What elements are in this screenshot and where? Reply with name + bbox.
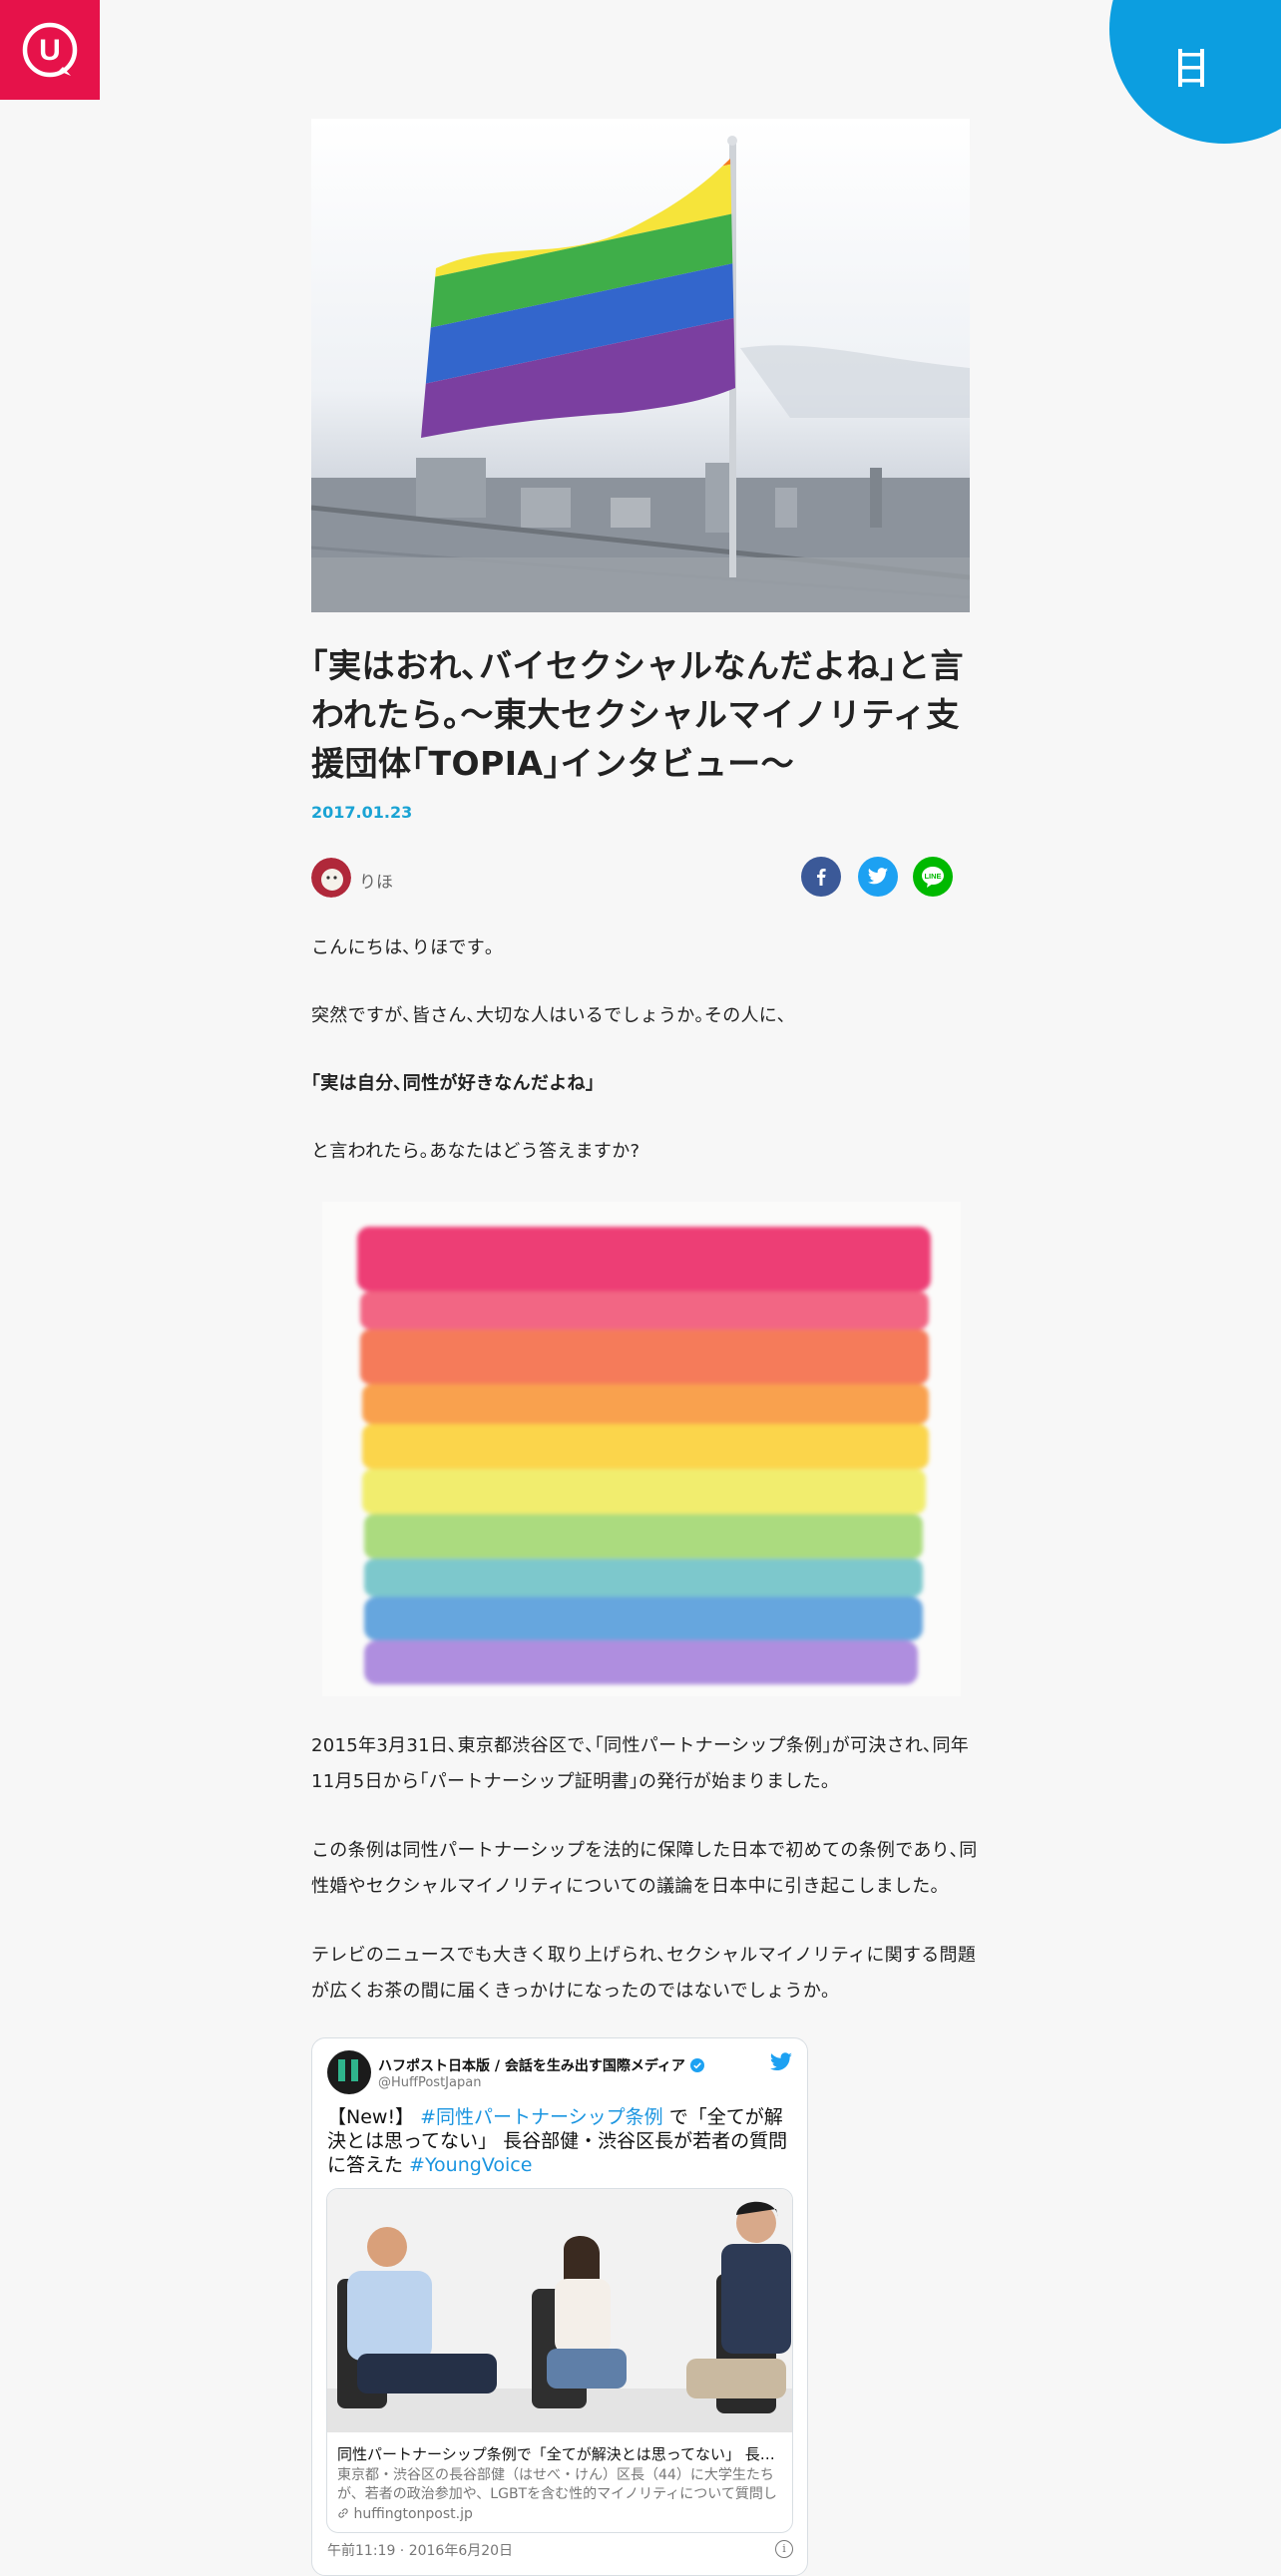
tweet-timestamp[interactable]: 午前11:19 · 2016年6月20日	[327, 2540, 513, 2560]
menu-button[interactable]	[1109, 0, 1281, 144]
line-icon: LINE	[922, 867, 944, 888]
tweet-text-prefix: 【New!】	[327, 2106, 421, 2128]
paragraph-quote: ｢実は自分､同性が好きなんだよね｣	[311, 1073, 596, 1094]
tweet-avatar[interactable]	[327, 2050, 371, 2094]
info-icon[interactable]: i	[775, 2540, 793, 2558]
svg-text:LINE: LINE	[924, 872, 941, 881]
article-date: 2017.01.23	[311, 803, 413, 822]
logo-icon: U	[22, 22, 78, 78]
tweet-card-image	[327, 2189, 792, 2432]
paragraph-greeting: こんにちは､りほです｡	[311, 937, 495, 958]
tweet-card-description: 東京都・渋谷区の長谷部健（はせべ・けん）区長（44）に大学生たちが、若者の政治参…	[337, 2467, 777, 2502]
article-title: ｢実はおれ､バイセクシャルなんだよね｣と言われたら｡〜東大セクシャルマイノリティ…	[311, 646, 964, 783]
watercolor-rainbow-image	[322, 1202, 961, 1696]
hashtag-link-partnership[interactable]: #同性パートナーシップ条例	[420, 2106, 663, 2128]
svg-text:U: U	[39, 34, 61, 67]
facebook-share-button[interactable]	[801, 857, 841, 897]
link-icon	[338, 2508, 348, 2518]
tweet-link-card[interactable]: 同性パートナーシップ条例で「全てが解決とは思ってない」 長谷部健・渋谷区長が若者…	[326, 2188, 793, 2533]
site-logo[interactable]: U	[0, 0, 100, 100]
tweet-handle[interactable]: @HuffPostJapan	[378, 2075, 481, 2090]
paragraph-first-in-japan: この条例は同性パートナーシップを法的に保障した日本で初めての条例であり､同性婚や…	[311, 1840, 978, 1897]
author-name[interactable]: りほ	[359, 868, 393, 893]
author-avatar[interactable]	[311, 858, 351, 898]
paragraph-question: 突然ですが､皆さん､大切な人はいるでしょうか｡その人に､	[311, 1005, 787, 1026]
hashtag-link-youngvoice[interactable]: #YoungVoice	[409, 2154, 532, 2176]
tweet-card-domain: huffingtonpost.jp	[337, 2506, 473, 2522]
tweet-author-name[interactable]: ハフポスト日本版 / 会話を生み出す国際メディア	[378, 2055, 704, 2075]
paragraph-ordinance: 2015年3月31日､東京都渋谷区で､｢同性パートナーシップ条例｣が可決され､同…	[311, 1735, 970, 1792]
ladder-menu-icon	[1178, 49, 1204, 87]
verified-badge-icon	[689, 2058, 704, 2072]
twitter-bird-icon[interactable]	[769, 2052, 793, 2072]
embedded-tweet[interactable]: ハフポスト日本版 / 会話を生み出す国際メディア @HuffPostJapan …	[311, 2037, 808, 2576]
paragraph-news-impact: テレビのニュースでも大きく取り上げられ､セクシャルマイノリティに関する問題が広く…	[311, 1945, 977, 2002]
line-share-button[interactable]: LINE	[913, 857, 953, 897]
paragraph-answer-question: と言われたら｡あなたはどう答えますか?	[311, 1141, 640, 1162]
facebook-icon	[817, 869, 826, 886]
twitter-icon	[867, 868, 889, 885]
twitter-share-button[interactable]	[858, 857, 898, 897]
tweet-card-title: 同性パートナーシップ条例で「全てが解決とは思ってない」 長谷部健・渋谷区長が若者…	[337, 2445, 782, 2463]
tweet-text: 【New!】 #同性パートナーシップ条例 で「全てが解決とは思ってない」 長谷部…	[327, 2105, 796, 2177]
hero-rainbow-flag-image	[311, 119, 970, 612]
